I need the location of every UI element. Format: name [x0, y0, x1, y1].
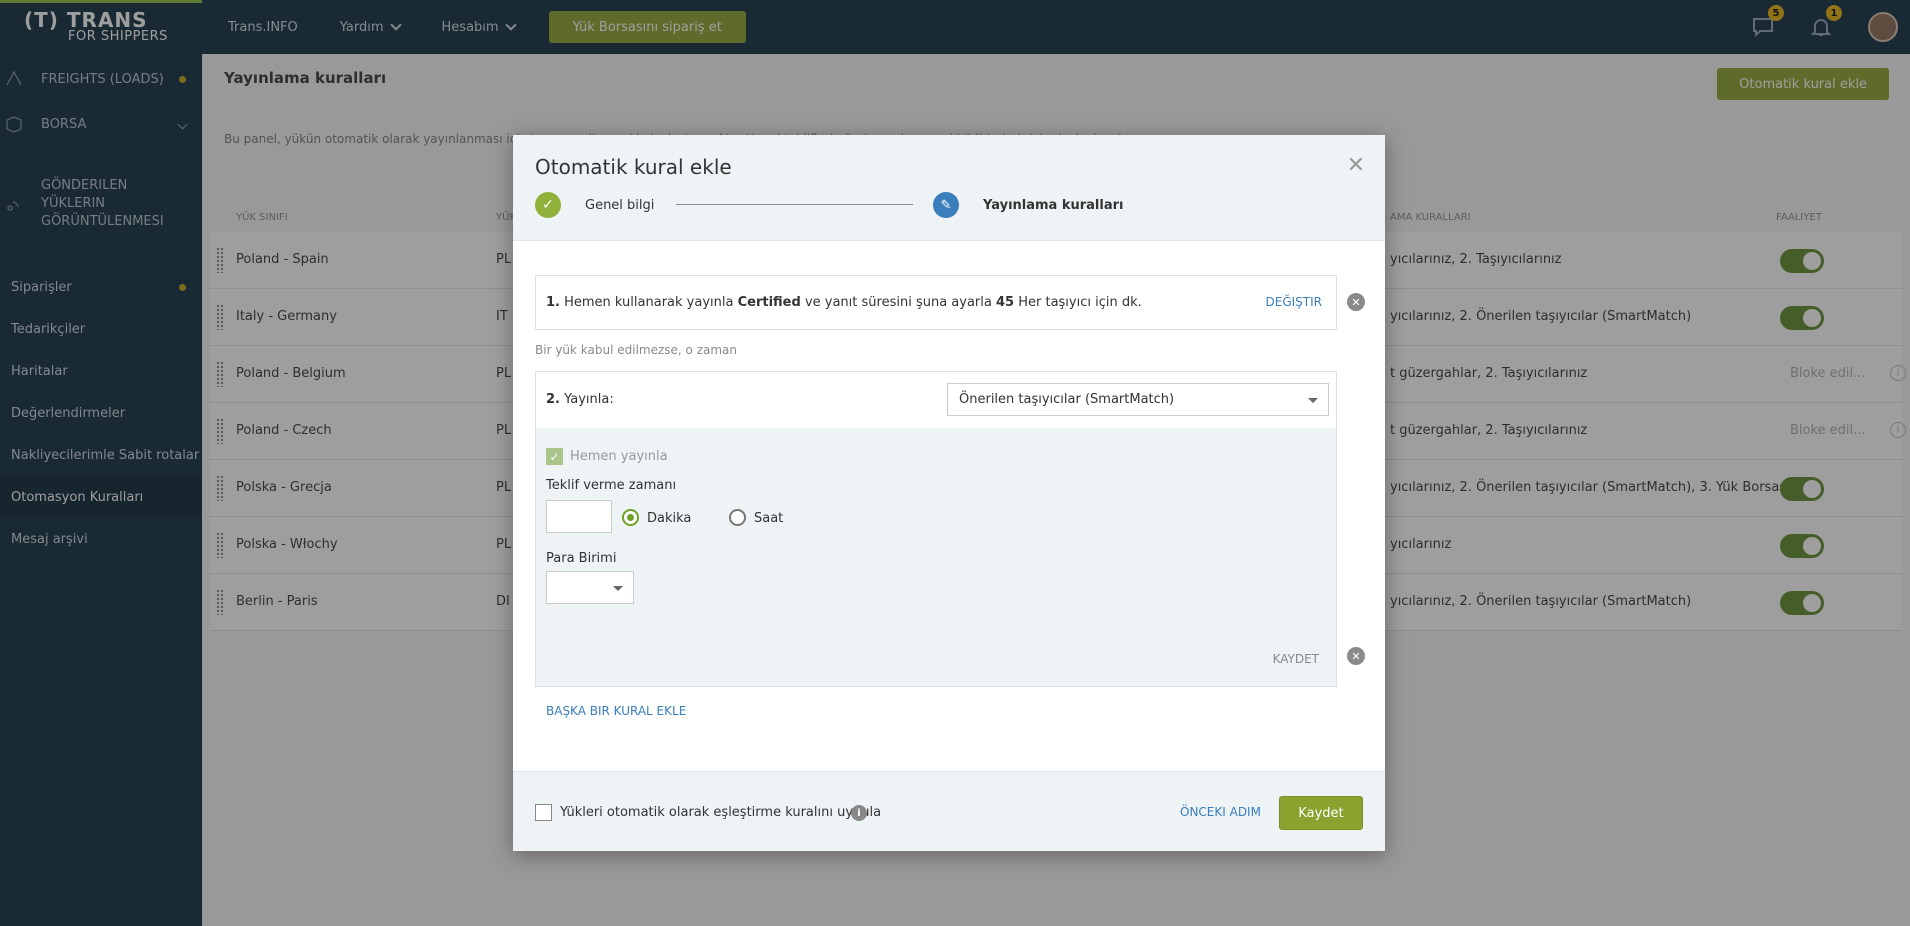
remove-rule-icon[interactable]: ✕ [1347, 647, 1365, 665]
publish-immediately-checkbox[interactable]: ✓ [546, 448, 563, 465]
caret-down-icon [613, 586, 623, 591]
currency-label: Para Birimi [546, 551, 617, 566]
rule-text-part: Hemen kullanarak yayınla [564, 295, 734, 310]
check-icon: ✓ [535, 192, 561, 218]
hour-radio[interactable] [729, 509, 746, 526]
modal-title: Otomatik kural ekle [535, 155, 732, 179]
currency-select[interactable] [546, 571, 634, 604]
rule-2-label: 2. Yayınla: [546, 392, 614, 407]
rule-response-time: 45 [995, 295, 1015, 310]
modal-header: Otomatik kural ekle ✕ ✓ Genel bilgi ✎ Ya… [513, 135, 1385, 241]
minute-radio-label: Dakika [647, 511, 692, 526]
rule-2-header: 2. Yayınla: Önerilen taşıyıcılar (SmartM… [536, 372, 1336, 428]
rule-1-text: 1. Hemen kullanarak yayınla Certified ve… [546, 295, 1142, 310]
save-button[interactable]: Kaydet [1279, 796, 1363, 830]
info-icon[interactable]: i [851, 805, 867, 821]
step-general-info[interactable]: ✓ Genel bilgi [535, 192, 654, 218]
rule-text-part: ve yanıt süresini şuna ayarla [804, 295, 992, 310]
modal-footer: Yükleri otomatik olarak eşleştirme kural… [513, 771, 1385, 851]
condition-text: Bir yük kabul edilmezse, o zaman [535, 343, 738, 357]
save-rule-button[interactable]: KAYDET [1273, 652, 1319, 666]
rule-1-summary: 1. Hemen kullanarak yayınla Certified ve… [535, 275, 1337, 330]
rule-publish-label: Yayınla: [564, 392, 614, 407]
bid-time-input[interactable] [546, 500, 612, 533]
caret-down-icon [1308, 398, 1318, 403]
rule-number: 1. [546, 295, 560, 310]
rule-text-part: Her taşıyıcı için dk. [1018, 295, 1142, 310]
rule-2-options: ✓ Hemen yayınla Teklif verme zamanı Daki… [536, 428, 1336, 686]
rule-2-editor: 2. Yayınla: Önerilen taşıyıcılar (SmartM… [535, 371, 1337, 687]
add-another-rule-link[interactable]: BAŞKA BIR KURAL EKLE [546, 704, 686, 718]
step-label: Yayınlama kuralları [983, 197, 1124, 213]
step-connector [676, 204, 913, 205]
bid-time-label: Teklif verme zamanı [546, 478, 677, 493]
publish-target-select[interactable]: Önerilen taşıyıcılar (SmartMatch) [947, 383, 1329, 416]
rule-carrier-group: Certified [737, 295, 801, 310]
pencil-icon: ✎ [933, 192, 959, 218]
auto-match-label: Yükleri otomatik olarak eşleştirme kural… [560, 805, 882, 820]
close-icon[interactable]: ✕ [1347, 153, 1365, 178]
minute-radio[interactable] [622, 509, 639, 526]
hour-radio-label: Saat [754, 511, 784, 526]
step-label: Genel bilgi [585, 197, 655, 213]
add-auto-rule-modal: Otomatik kural ekle ✕ ✓ Genel bilgi ✎ Ya… [513, 135, 1385, 851]
select-value: Önerilen taşıyıcılar (SmartMatch) [959, 392, 1175, 407]
step-publishing-rules[interactable]: ✎ Yayınlama kuralları [933, 192, 1124, 218]
auto-match-checkbox[interactable] [535, 804, 552, 821]
change-rule-link[interactable]: DEĞIŞTIR [1266, 295, 1322, 309]
rule-number: 2. [546, 392, 560, 407]
publish-immediately-label: Hemen yayınla [570, 449, 668, 464]
previous-step-button[interactable]: ÖNCEKI ADIM [1180, 805, 1261, 819]
remove-rule-icon[interactable]: ✕ [1347, 293, 1365, 311]
